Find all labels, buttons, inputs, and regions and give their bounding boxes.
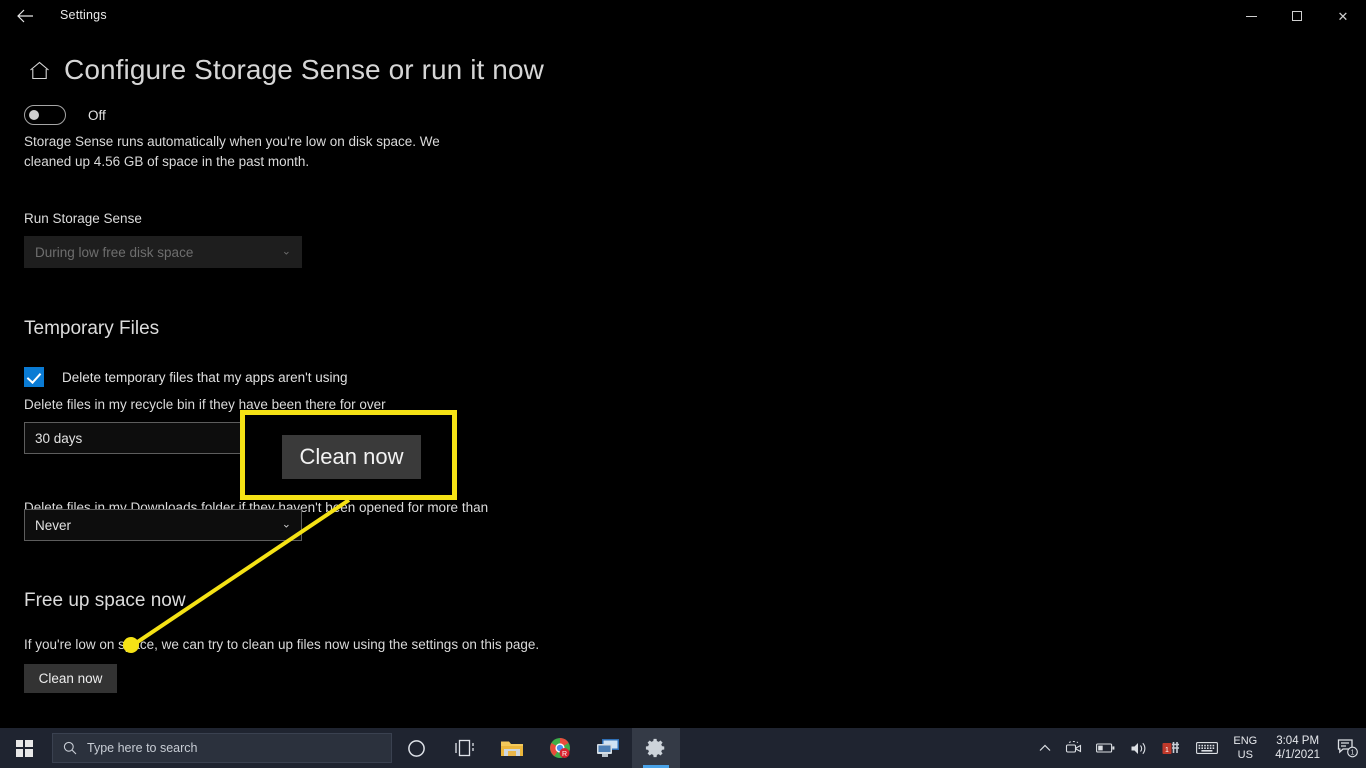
window-title: Settings [60, 8, 107, 22]
storage-sense-toggle-row: Off [24, 105, 106, 125]
language-secondary: US [1237, 749, 1253, 761]
tray-security-alert-button[interactable]: 1 [1155, 728, 1189, 768]
chevron-down-icon: ⌄ [281, 245, 291, 258]
search-icon [63, 741, 77, 755]
run-storage-sense-dropdown[interactable]: During low free disk space ⌄ [24, 236, 302, 268]
recycle-bin-value: 30 days [35, 430, 83, 446]
downloads-value: Never [35, 517, 72, 533]
storage-sense-toggle[interactable] [24, 105, 66, 125]
annotation-callout-box: Clean now [240, 410, 457, 500]
delete-temp-files-row[interactable]: Delete temporary files that my apps aren… [24, 367, 347, 387]
run-storage-sense-value: During low free disk space [35, 244, 194, 260]
close-icon: ✕ [1337, 8, 1349, 24]
free-up-space-description: If you're low on space, we can try to cl… [24, 637, 540, 652]
volume-icon [1131, 742, 1146, 754]
minimize-icon [1245, 15, 1257, 17]
tray-keyboard-button[interactable] [1189, 728, 1225, 768]
taskbar-item-chrome[interactable]: R [536, 728, 584, 768]
taskbar-item-task-view[interactable] [440, 728, 488, 768]
battery-icon [1096, 743, 1115, 753]
settings-window: Settings ✕ Configure Storage Sense or ru… [0, 0, 1366, 768]
home-icon[interactable] [24, 55, 54, 85]
delete-temp-files-checkbox[interactable] [24, 367, 44, 387]
title-bar: Settings ✕ [0, 0, 1366, 32]
tray-volume-button[interactable] [1123, 728, 1155, 768]
clean-now-button[interactable]: Clean now [24, 664, 117, 693]
svg-text:1: 1 [1165, 747, 1169, 754]
toggle-knob [29, 110, 39, 120]
tray-battery-button[interactable] [1089, 728, 1123, 768]
restore-icon [1292, 11, 1302, 21]
security-alert-icon: 1 [1162, 742, 1180, 754]
language-indicator[interactable]: ENG US [1225, 728, 1265, 768]
taskbar-item-cortana[interactable] [392, 728, 440, 768]
tray-meeting-button[interactable] [1058, 728, 1089, 768]
clock-time: 3:04 PM [1276, 735, 1320, 747]
svg-text:1: 1 [1351, 750, 1355, 757]
remote-desktop-icon [597, 739, 619, 757]
run-storage-sense-label: Run Storage Sense [24, 211, 142, 226]
toggle-state-label: Off [88, 107, 106, 123]
taskbar-item-settings[interactable] [632, 728, 680, 768]
taskbar-item-file-explorer[interactable] [488, 728, 536, 768]
chevron-down-icon: ⌄ [281, 518, 291, 531]
start-button[interactable] [0, 728, 48, 768]
temporary-files-heading: Temporary Files [24, 318, 160, 339]
delete-temp-files-label: Delete temporary files that my apps aren… [62, 369, 348, 385]
keyboard-icon [1196, 742, 1219, 754]
magnified-clean-now-button[interactable]: Clean now [282, 435, 421, 479]
back-arrow-icon [16, 9, 33, 23]
notification-icon: 1 [1337, 739, 1358, 758]
clock-date: 4/1/2021 [1275, 749, 1320, 761]
downloads-dropdown[interactable]: Never ⌄ [24, 509, 302, 541]
taskbar-item-remote-desktop[interactable] [584, 728, 632, 768]
system-tray: 1 ENG US 3:04 PM 4/1/2021 1 [1032, 728, 1366, 768]
storage-sense-description: Storage Sense runs automatically when yo… [24, 134, 440, 169]
file-explorer-icon [501, 741, 523, 756]
window-controls: ✕ [1228, 0, 1366, 32]
minimize-button[interactable] [1228, 0, 1274, 32]
restore-button[interactable] [1274, 0, 1320, 32]
close-button[interactable]: ✕ [1320, 0, 1366, 32]
language-primary: ENG [1233, 735, 1258, 747]
show-hidden-icons-button[interactable] [1032, 728, 1058, 768]
settings-icon [645, 738, 665, 758]
search-placeholder: Type here to search [87, 741, 198, 755]
windows-logo-icon [15, 739, 33, 757]
page-header: Configure Storage Sense or run it now [24, 54, 544, 86]
chrome-icon: R [550, 738, 570, 758]
clock[interactable]: 3:04 PM 4/1/2021 [1265, 728, 1330, 768]
chevron-up-icon [1039, 744, 1051, 751]
svg-text:R: R [562, 751, 567, 758]
cortana-icon [407, 739, 425, 757]
task-view-icon [454, 739, 474, 757]
back-button[interactable] [10, 4, 40, 28]
taskbar: Type here to search R 1 ENG US 3:04 PM 4… [0, 728, 1366, 768]
settings-page: Configure Storage Sense or run it now Of… [0, 32, 1366, 728]
free-up-space-heading: Free up space now [24, 590, 186, 611]
meeting-icon [1066, 740, 1082, 753]
search-input[interactable]: Type here to search [52, 733, 392, 763]
notifications-button[interactable]: 1 [1330, 728, 1366, 768]
page-title: Configure Storage Sense or run it now [64, 54, 544, 85]
